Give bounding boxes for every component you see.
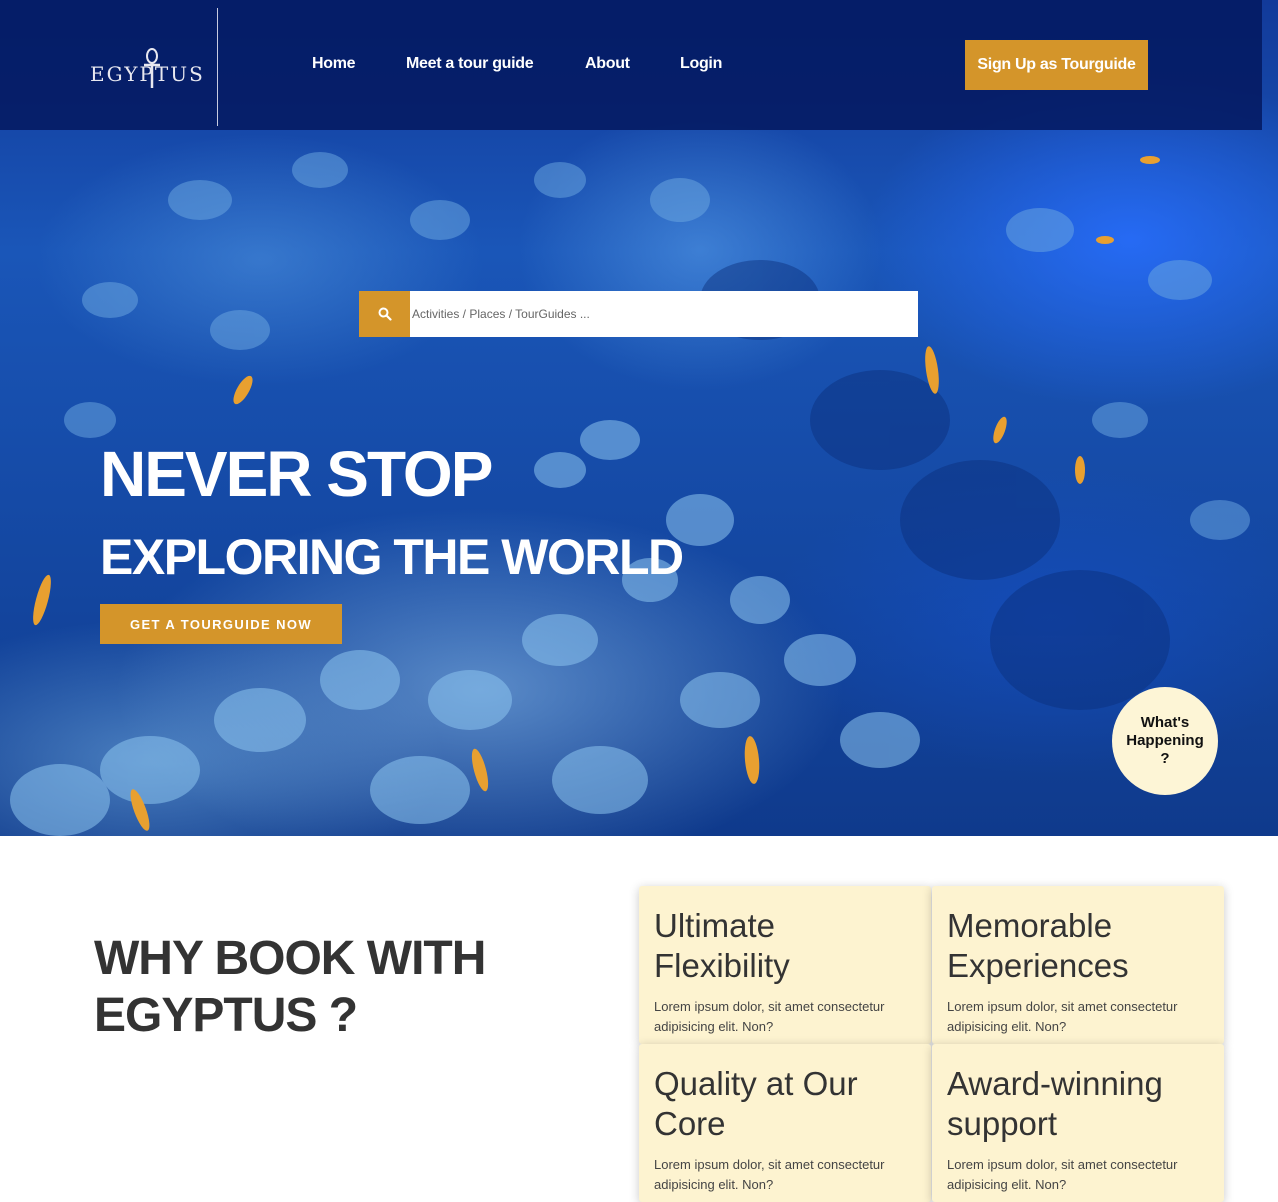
navbar: EGYPTUS Home Meet a tour guide About Log… bbox=[0, 0, 1262, 130]
nav-link-login[interactable]: Login bbox=[680, 55, 722, 73]
search-input[interactable] bbox=[410, 291, 918, 337]
feature-card: Quality at Our Core Lorem ipsum dolor, s… bbox=[639, 1044, 931, 1202]
search-bar bbox=[359, 291, 918, 337]
logo[interactable]: EGYPTUS bbox=[90, 48, 203, 92]
signup-tourguide-button[interactable]: Sign Up as Tourguide bbox=[965, 40, 1148, 90]
feature-card: Ultimate Flexibility Lorem ipsum dolor, … bbox=[639, 886, 931, 1044]
nav-link-home[interactable]: Home bbox=[312, 55, 356, 73]
search-icon bbox=[378, 307, 392, 321]
feature-card-text: Lorem ipsum dolor, sit amet consectetur … bbox=[947, 1157, 1178, 1192]
feature-card-title: Quality at Our Core bbox=[654, 1065, 858, 1142]
feature-card-text: Lorem ipsum dolor, sit amet consectetur … bbox=[654, 1157, 885, 1192]
hero-subheadline: EXPLORING THE WORLD bbox=[100, 529, 684, 585]
search-button[interactable] bbox=[359, 291, 410, 337]
hero-headline: NEVER STOP bbox=[100, 438, 493, 510]
whats-happening-label: What's Happening ? bbox=[1126, 714, 1204, 767]
nav-divider bbox=[217, 8, 218, 126]
ankh-icon bbox=[144, 48, 160, 88]
feature-card: Award-winning support Lorem ipsum dolor,… bbox=[932, 1044, 1224, 1202]
nav-link-about[interactable]: About bbox=[585, 55, 630, 73]
feature-card-title: Award-winning support bbox=[947, 1065, 1163, 1142]
feature-card: Memorable Experiences Lorem ipsum dolor,… bbox=[932, 886, 1224, 1044]
nav-link-meet-tour-guide[interactable]: Meet a tour guide bbox=[406, 55, 534, 73]
feature-card-text: Lorem ipsum dolor, sit amet consectetur … bbox=[947, 999, 1178, 1034]
feature-card-text: Lorem ipsum dolor, sit amet consectetur … bbox=[654, 999, 885, 1034]
why-book-title: WHY BOOK WITH EGYPTUS ? bbox=[94, 932, 486, 1042]
whats-happening-button[interactable]: What's Happening ? bbox=[1112, 687, 1218, 795]
get-tourguide-button[interactable]: GET A TOURGUIDE NOW bbox=[100, 604, 342, 644]
feature-card-title: Ultimate Flexibility bbox=[654, 907, 790, 984]
feature-card-title: Memorable Experiences bbox=[947, 907, 1129, 984]
